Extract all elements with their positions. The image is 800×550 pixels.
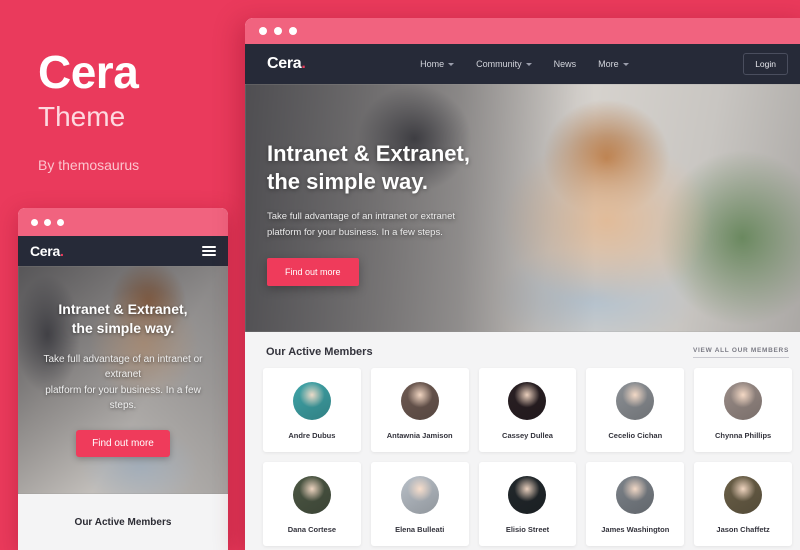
mobile-logo[interactable]: Cera. [30,243,64,259]
avatar [724,476,763,514]
nav-item-more[interactable]: More [598,59,629,69]
desktop-hero-paragraph-line1: Take full advantage of an intranet or ex… [267,211,456,223]
desktop-hero-heading: Intranet & Extranet, the simple way. [267,140,545,196]
members-grid: Andre Dubus Antawnia Jamison Cassey Dullea… [263,368,792,546]
members-header: Our Active Members VIEW ALL OUR MEMBERS [263,346,792,368]
member-card[interactable]: Elena Bulleati [370,462,469,546]
member-name: James Washington [601,525,670,534]
avatar [616,382,655,420]
window-dot-minimize-icon[interactable] [274,27,282,35]
members-section: Our Active Members VIEW ALL OUR MEMBERS … [245,332,800,550]
member-card[interactable]: Cassey Dullea [478,368,577,452]
mobile-logo-dot: . [59,243,64,259]
promo-banner: Cera Theme By themosaurus Cera. Intranet… [0,0,800,550]
desktop-logo[interactable]: Cera. [267,55,306,73]
hamburger-icon[interactable] [202,246,216,256]
view-all-members-link[interactable]: VIEW ALL OUR MEMBERS [693,347,789,358]
window-dot-maximize-icon[interactable] [289,27,297,35]
nav-item-news-label: News [553,59,577,69]
mobile-hero-paragraph-line1: Take full advantage of an intranet or ex… [43,353,203,381]
member-card[interactable]: Cecelio Cichan [586,368,685,452]
members-section-title: Our Active Members [266,346,373,358]
member-name: Jason Chaffetz [716,525,770,534]
chevron-down-icon [525,62,532,66]
member-name: Elisio Street [505,525,550,534]
member-name: Chynna Phillips [714,431,772,440]
promo-brand-title: Cera [38,46,139,98]
desktop-hero-heading-line1: Intranet & Extranet, [267,141,470,166]
desktop-hero: Intranet & Extranet, the simple way. Tak… [245,84,800,332]
mobile-hero: Intranet & Extranet, the simple way. Tak… [18,266,228,494]
mobile-hero-heading-line1: Intranet & Extranet, [58,301,188,317]
member-card[interactable]: Jason Chaffetz [694,462,792,546]
nav-item-home[interactable]: Home [420,59,455,69]
mobile-logo-text: Cera [30,243,60,259]
mobile-hero-heading-line2: the simple way. [71,319,175,336]
desktop-hero-paragraph-line2: platform for your business. In a few ste… [267,227,443,239]
avatar [508,476,547,514]
chevron-down-icon [448,62,455,66]
avatar [400,382,439,420]
nav-item-home-label: Home [420,59,445,69]
mobile-hero-paragraph: Take full advantage of an intranet or ex… [32,352,214,414]
nav-item-more-label: More [598,59,619,69]
desktop-mockup: Cera. Home Community News More Login Int… [245,18,800,550]
mobile-mockup: Cera. Intranet & Extranet, the simple wa… [18,208,228,550]
avatar [508,382,547,420]
desktop-navbar: Cera. Home Community News More Login [245,44,800,84]
desktop-hero-paragraph: Take full advantage of an intranet or ex… [267,209,545,241]
mobile-members-title: Our Active Members [74,516,172,528]
member-name: Elena Bulleati [395,525,445,534]
avatar [292,476,331,514]
avatar [292,382,331,420]
nav-item-news[interactable]: News [554,59,577,69]
member-name: Cecelio Cichan [608,431,663,440]
member-name: Antawnia Jamison [386,431,453,440]
member-card[interactable]: Chynna Phillips [694,368,792,452]
nav-item-community[interactable]: Community [476,59,532,69]
window-dot-yellow-icon[interactable] [44,218,51,226]
desktop-titlebar [245,18,800,44]
desktop-find-out-more-button[interactable]: Find out more [267,257,359,286]
member-card[interactable]: Elisio Street [478,462,577,546]
member-name: Dana Cortese [287,525,337,534]
promo-brand-subtitle: Theme [38,101,126,133]
member-card[interactable]: Antawnia Jamison [370,368,469,452]
mobile-hero-heading: Intranet & Extranet, the simple way. [32,300,214,338]
member-card[interactable]: Andre Dubus [263,368,361,452]
mobile-members-section: Our Active Members [18,494,228,550]
mobile-titlebar [18,208,228,236]
window-dot-green-icon[interactable] [57,218,64,226]
avatar [616,476,655,514]
promo-brand-byline: By themosaurus [38,157,140,174]
mobile-find-out-more-button[interactable]: Find out more [76,429,170,457]
nav-item-community-label: Community [476,59,522,69]
mobile-navbar: Cera. [18,236,228,266]
avatar [400,476,439,514]
member-name: Andre Dubus [288,431,336,440]
window-dot-red-icon[interactable] [31,218,38,226]
member-name: Cassey Dullea [502,431,553,440]
desktop-hero-heading-line2: the simple way. [267,169,428,195]
desktop-nav-links: Home Community News More [306,59,744,69]
member-card[interactable]: James Washington [586,462,685,546]
window-dot-close-icon[interactable] [259,27,267,35]
member-card[interactable]: Dana Cortese [263,462,361,546]
desktop-logo-text: Cera [267,55,302,72]
mobile-hero-paragraph-line2: platform for your business. In a few ste… [45,384,201,412]
chevron-down-icon [622,62,629,66]
login-button[interactable]: Login [743,53,788,75]
avatar [724,382,763,420]
